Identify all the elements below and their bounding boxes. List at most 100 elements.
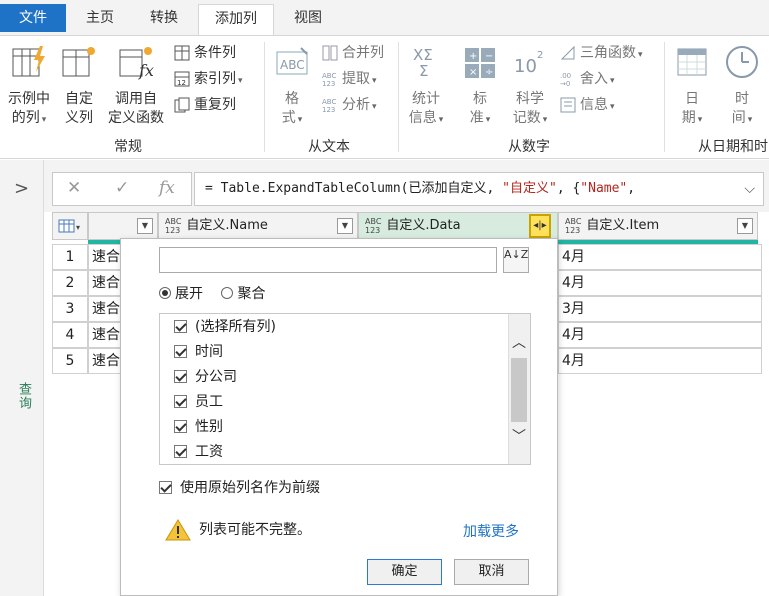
invoke-function-label-1: 调用自 <box>115 91 157 107</box>
column-header-name[interactable]: ABC 123 自定义.Name ▼ <box>158 212 358 240</box>
checklist-item-select-all[interactable]: (选择所有列) <box>174 316 276 338</box>
fx-icon[interactable]: fx <box>159 178 175 198</box>
formula-text-mid: , { <box>556 181 581 196</box>
merge-columns-icon <box>322 45 338 61</box>
expand-formula-icon[interactable]: ⌵ <box>744 173 755 205</box>
column-header-blank[interactable]: ▼ <box>88 212 158 240</box>
expand-column-button[interactable]: ◂|▸ <box>529 214 551 238</box>
scientific-label-2: 记数 <box>512 110 541 126</box>
expand-queries-icon[interactable]: > <box>14 178 29 199</box>
type-any-icon[interactable]: ABC 123 <box>365 217 381 235</box>
checklist-scrollbar[interactable]: ︿ ﹀ <box>508 314 530 464</box>
type-any-icon[interactable]: ABC 123 <box>165 217 181 235</box>
table-cell[interactable]: 4月 <box>558 244 762 270</box>
sort-az-icon: A↓Z <box>504 248 529 261</box>
column-filter-icon[interactable]: ▼ <box>137 218 153 234</box>
group-label-from-text: 从文本 <box>308 139 350 155</box>
duplicate-column-icon <box>174 97 190 113</box>
parse-button[interactable]: ABC 123 分析 ▾ <box>322 94 377 116</box>
cancel-button[interactable]: 取消 <box>454 559 529 585</box>
statistics-label-2: 信息 <box>408 110 437 126</box>
time-button[interactable]: 时 间 ▾ <box>722 44 762 130</box>
conditional-column-button[interactable]: 条件列 <box>174 42 236 64</box>
standard-button[interactable]: + − × ÷ 标 准 ▾ <box>460 44 500 130</box>
information-button[interactable]: 信息 ▾ <box>560 94 615 116</box>
extract-label: 提取 <box>342 71 370 87</box>
formula-string-1: "自定义" <box>502 181 557 196</box>
chevron-up-icon[interactable]: ︿ <box>512 332 526 352</box>
calendar-icon <box>677 48 707 76</box>
aggregate-radio[interactable]: 聚合 <box>221 286 265 302</box>
expand-radio[interactable]: 展开 <box>159 286 203 302</box>
format-label-2: 式 <box>281 110 296 126</box>
table-menu-button[interactable]: ▾ <box>52 212 88 240</box>
statistics-icon: XΣΣ <box>413 46 433 80</box>
tab-file[interactable]: 文件 <box>0 4 66 32</box>
custom-column-label-2: 义列 <box>65 110 93 126</box>
information-label: 信息 <box>580 97 608 113</box>
column-filter-icon[interactable]: ▼ <box>337 218 353 234</box>
checkbox-checked-icon <box>174 320 187 333</box>
tab-home[interactable]: 主页 <box>72 4 128 32</box>
svg-text:2: 2 <box>537 50 543 61</box>
checklist-item[interactable]: 分公司 <box>174 366 237 388</box>
format-label-1: 格 <box>285 91 299 107</box>
type-any-icon[interactable]: ABC 123 <box>565 217 581 235</box>
column-checklist: (选择所有列) 时间 分公司 员工 性别 工资 ︿ ﹀ <box>159 313 531 465</box>
table-cell[interactable]: 4月 <box>558 270 762 296</box>
rounding-icon: .00→0 <box>560 72 571 87</box>
trigonometry-button[interactable]: 三角函数 ▾ <box>560 42 643 64</box>
index-column-button[interactable]: 12 索引列 ▾ <box>174 68 243 90</box>
column-header-item[interactable]: ABC 123 自定义.Item ▼ <box>558 212 758 240</box>
use-prefix-checkbox[interactable]: 使用原始列名作为前缀 <box>159 477 320 497</box>
checkbox-checked-icon <box>174 395 187 408</box>
table-icon: ▾ <box>58 219 80 233</box>
scientific-button[interactable]: 10 2 科学 记数 ▾ <box>508 44 552 130</box>
scrollbar-thumb[interactable] <box>511 358 527 422</box>
checklist-item[interactable]: 员工 <box>174 391 223 413</box>
checkbox-checked-icon <box>159 481 172 494</box>
queries-label[interactable]: 查询 <box>14 382 33 410</box>
tab-transform[interactable]: 转换 <box>134 4 194 32</box>
table-cell[interactable]: 4月 <box>558 348 762 374</box>
column-from-examples-button[interactable]: 示例中 的列 ▾ <box>4 44 54 130</box>
column-search-input[interactable] <box>159 247 497 273</box>
column-header-data[interactable]: ABC 123 自定义.Data <box>358 212 558 240</box>
statistics-button[interactable]: XΣ Σ 统计 信息 ▾ <box>406 44 446 130</box>
trigonometry-label: 三角函数 <box>580 45 636 61</box>
checklist-item[interactable]: 性别 <box>174 416 223 438</box>
invoke-custom-function-button[interactable]: fx 调用自 定义函数 <box>104 44 168 128</box>
table-cell[interactable]: 3月 <box>558 296 762 322</box>
svg-text:÷: ÷ <box>485 67 493 78</box>
duplicate-column-button[interactable]: 重复列 <box>174 94 236 116</box>
cancel-formula-icon[interactable]: ✕ <box>67 178 81 198</box>
confirm-formula-icon[interactable]: ✓ <box>115 178 129 198</box>
svg-text:.00: .00 <box>560 72 571 80</box>
use-prefix-label: 使用原始列名作为前缀 <box>180 480 320 496</box>
tab-view[interactable]: 视图 <box>280 4 336 32</box>
ok-button[interactable]: 确定 <box>367 559 442 585</box>
parse-label: 分析 <box>342 97 370 113</box>
custom-column-label-1: 自定 <box>65 91 93 107</box>
tab-add-column[interactable]: 添加列 <box>198 4 274 36</box>
checklist-item[interactable]: 工资 <box>174 441 223 463</box>
formula-actions: ✕ ✓ fx <box>52 172 192 206</box>
duplicate-column-label: 重复列 <box>194 97 236 113</box>
rounding-button[interactable]: .00 →0 舍入 ▾ <box>560 68 615 90</box>
svg-text:ABC: ABC <box>280 58 305 72</box>
table-cell[interactable]: 4月 <box>558 322 762 348</box>
load-more-link[interactable]: 加载更多 <box>463 521 519 541</box>
column-filter-icon[interactable]: ▼ <box>737 218 753 234</box>
format-button[interactable]: ABC 格 式 ▾ <box>272 44 312 130</box>
chevron-down-icon[interactable]: ﹀ <box>512 426 526 446</box>
extract-button[interactable]: ABC 123 提取 ▾ <box>322 68 377 90</box>
trigonometry-icon <box>560 45 575 60</box>
formula-bar[interactable]: = Table.ExpandTableColumn(已添加自定义, "自定义",… <box>194 172 764 206</box>
sort-az-button[interactable]: A↓Z <box>503 247 529 273</box>
custom-column-button[interactable]: 自定 义列 <box>60 44 98 128</box>
merge-columns-button[interactable]: 合并列 <box>322 42 384 64</box>
date-button[interactable]: 日 期 ▾ <box>672 44 712 130</box>
warning-text: 列表可能不完整。 <box>199 522 311 538</box>
standard-label-1: 标 <box>473 91 487 107</box>
checklist-item[interactable]: 时间 <box>174 341 223 363</box>
